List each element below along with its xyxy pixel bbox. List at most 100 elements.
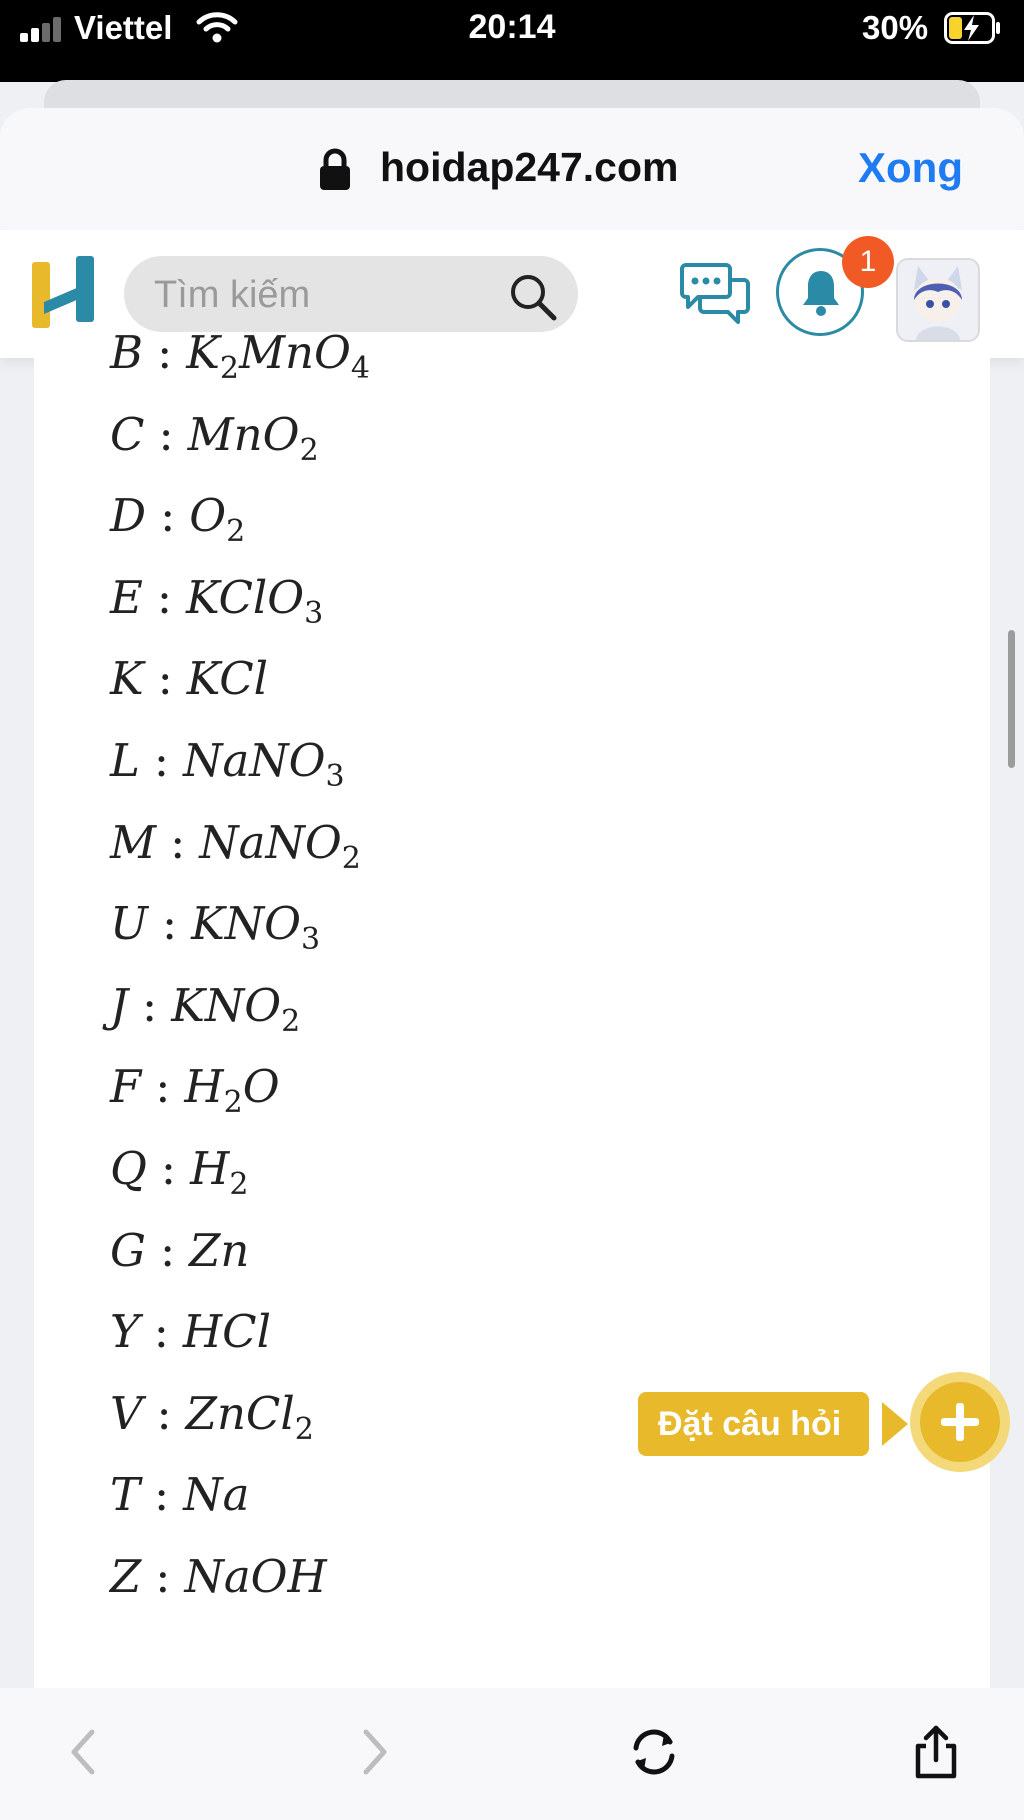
answer-line: E: KClO3 — [110, 575, 323, 629]
answer-letter: G — [110, 1223, 146, 1277]
formula-subscript: 3 — [304, 595, 324, 631]
formula-subscript: 2 — [299, 432, 319, 468]
bell-icon — [803, 271, 839, 316]
answer-line: U: KNO3 — [110, 901, 320, 955]
answer-separator: : — [154, 1468, 170, 1522]
formula-text: Zn — [189, 1223, 250, 1277]
answer-letter: J — [110, 978, 129, 1032]
answer-separator: : — [160, 1142, 177, 1195]
formula-subscript: 2 — [281, 1003, 301, 1039]
answer-line: T: Na — [110, 1472, 249, 1517]
answer-letter: Q — [110, 1142, 147, 1195]
answer-content: B: K2MnO4 C: MnO2 D: O2 E: KClO3 K: KCl L: NaNO3 M: N… — [34, 330, 990, 1688]
formula-subscript: 2 — [223, 1085, 243, 1121]
answer-line: D: O2 — [110, 493, 245, 547]
answer-separator: : — [155, 1550, 171, 1603]
answer-letter: U — [110, 897, 148, 951]
answer-separator: : — [159, 1223, 176, 1277]
answer-letter: M — [110, 815, 157, 869]
answer-formula: KNO2 — [171, 979, 300, 1037]
answer-separator: : — [161, 897, 178, 951]
formula-text: NaOH — [184, 1550, 327, 1603]
chevron-left-icon[interactable] — [56, 1722, 116, 1782]
answer-formula: K2MnO4 — [186, 326, 370, 384]
answer-line: B: K2MnO4 — [110, 330, 370, 384]
hoidap247-logo[interactable] — [30, 254, 98, 330]
answer-line: F: H2O — [110, 1064, 280, 1118]
formula-text: Na — [183, 1468, 250, 1522]
answer-separator: : — [157, 652, 173, 706]
answer-line: C: MnO2 — [110, 412, 319, 466]
plus-icon — [941, 1403, 979, 1441]
answer-letter: E — [110, 570, 143, 624]
scrollbar-thumb[interactable] — [1008, 630, 1015, 768]
ask-plus-button[interactable] — [910, 1372, 1010, 1472]
answer-letter: C — [110, 407, 145, 461]
answer-letter: Y — [110, 1305, 140, 1359]
answer-letter: B — [110, 326, 144, 379]
answer-formula: O2 — [189, 489, 245, 547]
answer-formula: KCl — [187, 652, 268, 705]
answer-line: J: KNO2 — [110, 983, 300, 1037]
formula-subscript: 4 — [350, 351, 371, 386]
formula-text: K — [186, 326, 220, 379]
notification-badge: 1 — [842, 236, 894, 288]
formula-text: O — [189, 489, 227, 543]
formula-text: NaNO — [183, 734, 326, 787]
lock-icon — [320, 148, 350, 190]
answer-formula: H2O — [184, 1060, 279, 1118]
chevron-right-icon[interactable] — [342, 1722, 402, 1782]
formula-text: NaNO — [199, 815, 342, 869]
share-icon[interactable] — [906, 1722, 966, 1782]
answer-formula: ZnCl2 — [185, 1386, 314, 1445]
ask-label-pointer — [882, 1402, 908, 1446]
reload-icon[interactable] — [624, 1722, 684, 1782]
answer-separator: : — [170, 815, 186, 869]
search-icon[interactable] — [508, 272, 558, 322]
answer-line: K: KCl — [110, 656, 268, 701]
battery-percent: 30% — [862, 9, 929, 46]
answer-separator: : — [160, 489, 176, 543]
answer-formula: H2 — [190, 1142, 248, 1200]
chat-icon[interactable] — [680, 262, 750, 324]
formula-subscript: 2 — [294, 1411, 314, 1447]
done-button[interactable]: Xong — [858, 144, 963, 192]
answer-separator: : — [153, 1305, 169, 1359]
formula-text: KNO — [191, 897, 301, 951]
answer-line: Z: NaOH — [110, 1554, 327, 1599]
answer-letter: D — [110, 489, 147, 543]
search-box[interactable] — [124, 256, 578, 332]
formula-subscript: 2 — [341, 840, 361, 876]
browser-address-bar: hoidap247.com Xong — [0, 108, 1024, 230]
formula-text: HCl — [182, 1305, 271, 1359]
answer-line: Q: H2 — [110, 1146, 248, 1200]
formula-text: KCl — [186, 652, 269, 706]
answer-letter: Z — [110, 1550, 142, 1603]
formula-text: MnO — [238, 326, 351, 379]
formula-text: H — [190, 1142, 230, 1195]
answer-line: V: ZnCl2 — [110, 1391, 314, 1445]
ask-question-button[interactable]: Đặt câu hỏi — [638, 1372, 1012, 1472]
answer-line: Y: HCl — [110, 1309, 271, 1354]
formula-subscript: 2 — [226, 514, 246, 550]
search-input[interactable] — [152, 270, 496, 320]
answer-line: M: NaNO2 — [110, 820, 361, 874]
url-text[interactable]: hoidap247.com — [380, 144, 678, 191]
answer-formula: NaNO2 — [199, 815, 361, 874]
answer-line: G: Zn — [110, 1228, 249, 1273]
answer-letter: K — [110, 652, 144, 706]
answer-formula: Na — [183, 1468, 249, 1521]
answer-letter: T — [110, 1468, 141, 1522]
answer-separator: : — [153, 734, 170, 787]
formula-subscript: 3 — [301, 922, 321, 958]
answer-formula: KNO3 — [191, 897, 320, 955]
answer-formula: MnO2 — [188, 408, 319, 466]
ask-question-label[interactable]: Đặt câu hỏi — [638, 1392, 870, 1456]
battery-charging-icon — [944, 12, 1000, 44]
answer-separator: : — [158, 407, 174, 461]
answer-formula: NaOH — [184, 1550, 326, 1603]
formula-text: ZnCl — [185, 1386, 295, 1440]
avatar[interactable] — [896, 258, 980, 342]
answer-formula: KClO3 — [186, 571, 323, 629]
answer-separator: : — [155, 1060, 171, 1114]
